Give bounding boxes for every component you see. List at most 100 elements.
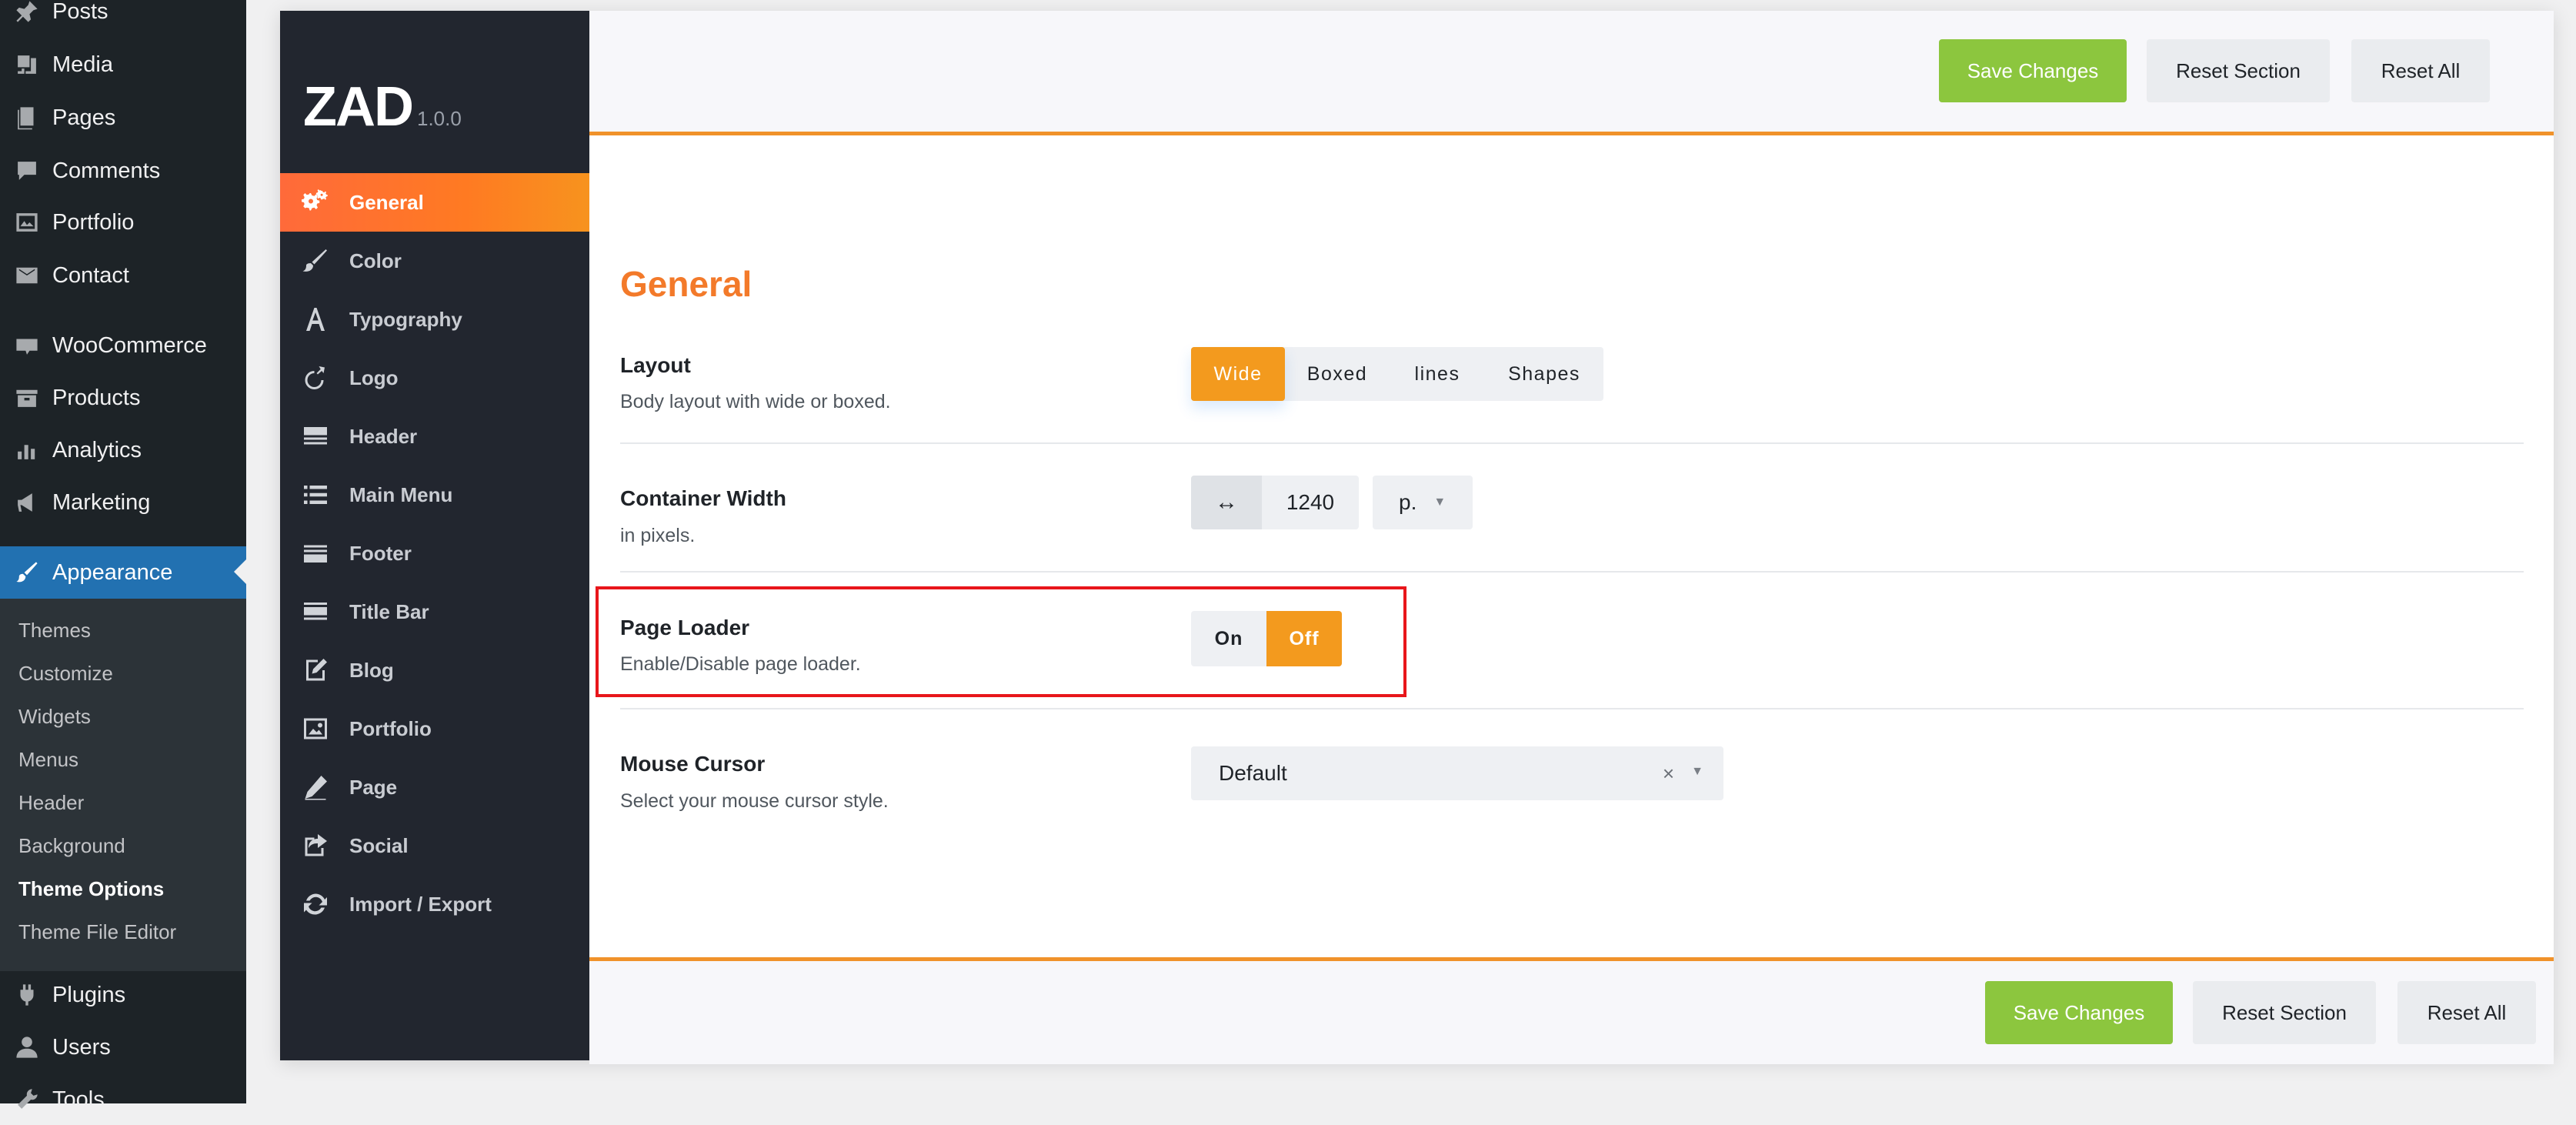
top-action-bar: Save Changes Reset Section Reset All (589, 11, 2554, 135)
wp-menu-label: Analytics (52, 437, 142, 462)
nav-main-menu[interactable]: Main Menu (280, 466, 589, 524)
wp-menu-label: Products (52, 385, 141, 410)
wp-menu-label: Marketing (52, 489, 151, 515)
pencil-icon (300, 772, 331, 803)
media-icon (12, 50, 42, 79)
wp-appearance-submenu: Themes Customize Widgets Menus Header Ba… (0, 599, 246, 971)
save-changes-button[interactable]: Save Changes (1939, 39, 2127, 102)
panel-logo: ZAD 1.0.0 (303, 75, 462, 139)
container-width-input[interactable] (1262, 476, 1359, 529)
wp-menu-products[interactable]: Products (0, 372, 246, 423)
wp-menu-label: Posts (52, 0, 108, 24)
page-loader-toggle: On Off (1191, 611, 1342, 666)
wp-submenu-header[interactable]: Header (18, 791, 84, 815)
wp-menu-portfolio[interactable]: Portfolio (0, 197, 246, 248)
comments-icon (12, 156, 42, 185)
nav-portfolio[interactable]: Portfolio (280, 699, 589, 758)
wp-menu-label: Tools (52, 1087, 105, 1112)
options-sidebar: ZAD 1.0.0 General Color Typography Logo H… (280, 11, 589, 1060)
page-loader-off-button[interactable]: Off (1266, 611, 1342, 666)
nav-page[interactable]: Page (280, 758, 589, 816)
reset-all-button[interactable]: Reset All (2351, 39, 2490, 102)
edit-icon (300, 655, 331, 686)
nav-footer[interactable]: Footer (280, 524, 589, 583)
mouse-cursor-desc: Select your mouse cursor style. (620, 790, 889, 812)
version-label: 1.0.0 (416, 107, 462, 130)
layout-title: Layout (620, 353, 691, 377)
page-loader-on-button[interactable]: On (1191, 611, 1266, 666)
nav-header[interactable]: Header (280, 407, 589, 466)
reset-section-button[interactable]: Reset Section (2193, 981, 2376, 1044)
layout-boxed-button[interactable]: Boxed (1285, 347, 1390, 401)
wp-menu-label: Comments (52, 158, 161, 183)
nav-social[interactable]: Social (280, 816, 589, 875)
wp-menu-label: Users (52, 1034, 111, 1060)
wp-menu-appearance[interactable]: Appearance (0, 546, 246, 599)
divider (620, 708, 2524, 709)
nav-label: Social (349, 833, 409, 857)
footer-icon (300, 538, 331, 569)
header-icon (300, 421, 331, 452)
nav-label: Footer (349, 541, 412, 565)
wp-menu-label: Media (52, 52, 113, 77)
wp-menu-plugins[interactable]: Plugins (0, 970, 246, 1020)
wp-menu-media[interactable]: Media (0, 39, 246, 90)
nav-label: Import / Export (349, 892, 492, 916)
wp-menu-woocommerce[interactable]: WooCommerce (0, 320, 246, 371)
share-icon (300, 830, 331, 861)
wp-menu-analytics[interactable]: Analytics (0, 425, 246, 476)
layout-button-group: Wide Boxed lines Shapes (1191, 347, 1603, 401)
clear-icon[interactable]: × (1663, 762, 1674, 786)
wp-menu-contact[interactable]: Contact (0, 250, 246, 301)
tools-icon (12, 1085, 42, 1114)
wp-menu-label: Contact (52, 262, 129, 288)
wp-menu-label: Plugins (52, 982, 126, 1007)
wp-submenu-background[interactable]: Background (18, 834, 125, 858)
width-unit-select[interactable]: p. ▼ (1373, 476, 1473, 529)
reset-section-button[interactable]: Reset Section (2147, 39, 2330, 102)
wp-submenu-widgets[interactable]: Widgets (18, 705, 91, 729)
titlebar-icon (300, 596, 331, 627)
image-icon (300, 713, 331, 744)
wp-menu-posts[interactable]: Posts (0, 0, 246, 37)
nav-label: Blog (349, 658, 394, 682)
pin-icon (12, 0, 42, 26)
nav-import-export[interactable]: Import / Export (280, 875, 589, 933)
wp-menu-users[interactable]: Users (0, 1022, 246, 1073)
wp-menu-comments[interactable]: Comments (0, 145, 246, 196)
wp-submenu-customize[interactable]: Customize (18, 662, 113, 686)
nav-typography[interactable]: Typography (280, 290, 589, 349)
wp-submenu-themes[interactable]: Themes (18, 619, 91, 643)
mouse-cursor-select[interactable]: Default × ▼ (1191, 746, 1723, 800)
nav-logo[interactable]: Logo (280, 349, 589, 407)
users-icon (12, 1033, 42, 1062)
divider (620, 442, 2524, 444)
wp-menu-label: Appearance (52, 559, 173, 585)
pages-icon (12, 103, 42, 132)
nav-label: General (349, 190, 424, 214)
nav-label: Portfolio (349, 716, 432, 740)
plugin-icon (12, 980, 42, 1010)
wp-menu-pages[interactable]: Pages (0, 92, 246, 143)
analytics-icon (12, 436, 42, 465)
brush-icon (12, 558, 42, 587)
layout-lines-button[interactable]: lines (1390, 347, 1485, 401)
gears-icon (300, 187, 331, 218)
nav-general[interactable]: General (280, 173, 589, 232)
wp-submenu-menus[interactable]: Menus (18, 748, 78, 772)
wp-submenu-theme-options[interactable]: Theme Options (18, 877, 164, 901)
wp-menu-marketing[interactable]: Marketing (0, 477, 246, 528)
nav-color[interactable]: Color (280, 232, 589, 290)
nav-blog[interactable]: Blog (280, 641, 589, 699)
layout-shapes-button[interactable]: Shapes (1485, 347, 1603, 401)
wp-submenu-theme-file-editor[interactable]: Theme File Editor (18, 920, 176, 944)
save-changes-button[interactable]: Save Changes (1985, 981, 2173, 1044)
nav-title-bar[interactable]: Title Bar (280, 583, 589, 641)
woo-icon (12, 331, 42, 360)
section-title: General (620, 264, 752, 304)
wp-menu-tools[interactable]: Tools (0, 1074, 246, 1125)
reset-all-button[interactable]: Reset All (2397, 981, 2536, 1044)
nav-label: Header (349, 424, 418, 448)
theme-options-panel: ZAD 1.0.0 General Color Typography Logo H… (280, 11, 2554, 1064)
layout-wide-button[interactable]: Wide (1191, 347, 1285, 401)
